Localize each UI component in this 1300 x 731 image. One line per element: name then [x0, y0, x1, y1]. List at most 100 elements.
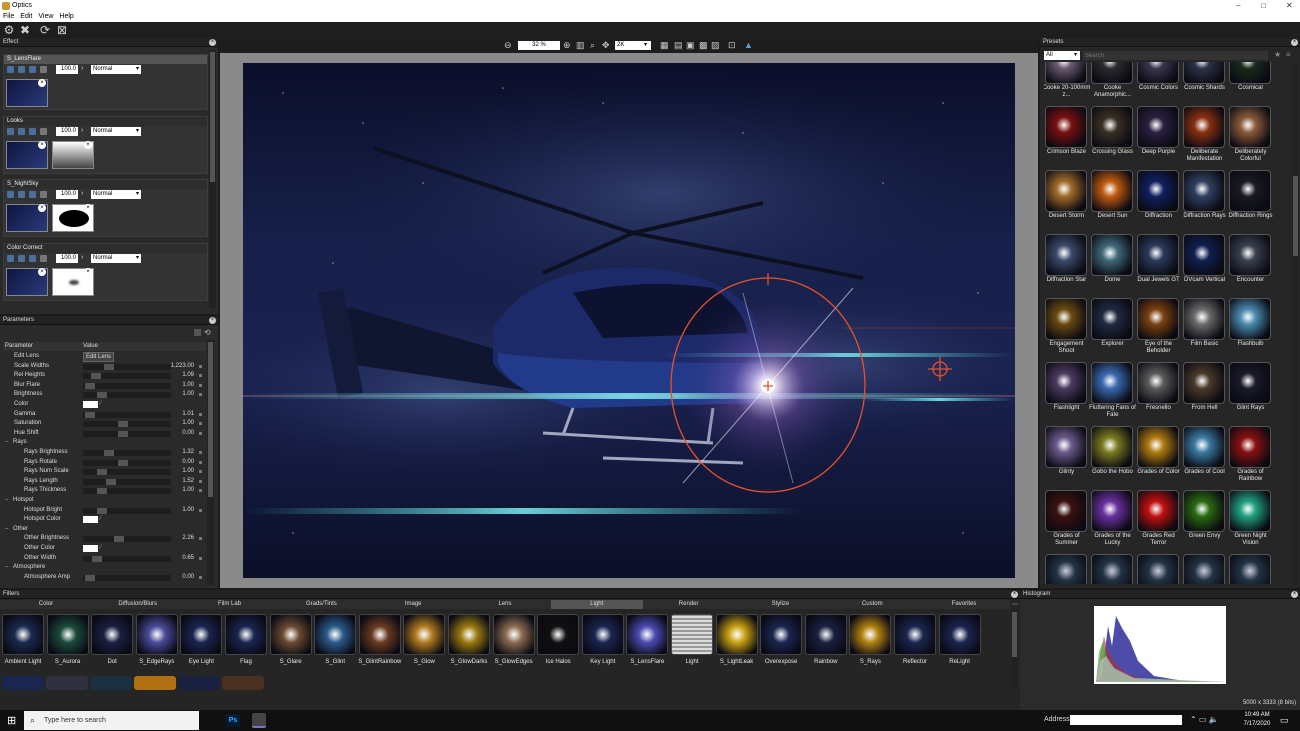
- preset-thumbnail[interactable]: [1183, 298, 1225, 340]
- parameter-slider[interactable]: [83, 411, 171, 418]
- preset-search-input[interactable]: [1083, 51, 1268, 60]
- parameter-row[interactable]: Other Color ⁄: [3, 544, 206, 554]
- preset-item[interactable]: Explorer: [1090, 298, 1135, 361]
- preset-thumbnail[interactable]: [1091, 490, 1133, 532]
- preset-item[interactable]: [1090, 554, 1135, 584]
- preset-item[interactable]: Fluttering Fans of Fate: [1089, 362, 1136, 425]
- slider-knob[interactable]: [106, 478, 117, 485]
- before-after-icon[interactable]: ▣: [686, 40, 695, 51]
- preset-item[interactable]: Glint Rays: [1228, 362, 1273, 425]
- parameter-row[interactable]: Rays Brightness 1.32: [3, 448, 206, 458]
- parameter-value[interactable]: 0.00: [182, 459, 194, 465]
- bypass-toggle-icon[interactable]: [29, 128, 36, 135]
- keyframe-icon[interactable]: [199, 489, 202, 493]
- filter-thumbnail[interactable]: [894, 614, 936, 655]
- preset-thumbnail[interactable]: [1137, 426, 1179, 468]
- remove-icon[interactable]: ×: [38, 141, 46, 149]
- close-icon[interactable]: ×: [209, 317, 216, 324]
- slider-knob[interactable]: [97, 469, 108, 476]
- preset-thumbnail[interactable]: [1183, 490, 1225, 532]
- effect-layer[interactable]: Color Correct100.0› Normal × ×: [3, 243, 208, 301]
- lock-icon[interactable]: [40, 255, 47, 262]
- parameter-row[interactable]: Saturation 1.00: [3, 419, 206, 429]
- filter-item[interactable]: Light: [670, 614, 714, 670]
- parameter-value[interactable]: 1.52: [182, 478, 194, 484]
- preset-item[interactable]: Diffraction Star: [1044, 234, 1089, 297]
- filter-category-tab[interactable]: Image: [367, 601, 459, 607]
- preset-thumbnail[interactable]: [1091, 170, 1133, 212]
- preset-thumbnail[interactable]: [1045, 106, 1087, 148]
- slider-knob[interactable]: [84, 574, 95, 581]
- fit-view-icon[interactable]: ⊡: [728, 40, 736, 51]
- preview-toggle-icon[interactable]: [18, 66, 25, 73]
- color-swatch[interactable]: [83, 545, 98, 552]
- preset-item[interactable]: Flashbulb: [1228, 298, 1273, 361]
- preset-item[interactable]: Deliberate Manifestation: [1182, 106, 1227, 169]
- filter-item[interactable]: Reflector: [893, 614, 937, 670]
- preset-thumbnail[interactable]: [1229, 490, 1271, 532]
- filter-thumbnail[interactable]: [671, 614, 713, 655]
- preset-item[interactable]: Deliberately Colorful: [1228, 106, 1273, 169]
- reset-icon[interactable]: ⟲: [204, 328, 211, 337]
- lock-icon[interactable]: [40, 128, 47, 135]
- parameter-row[interactable]: – Hotspot: [3, 496, 206, 506]
- parameter-row[interactable]: Atmosphere Amp 0.00: [3, 573, 206, 583]
- bypass-toggle-icon[interactable]: [29, 255, 36, 262]
- parameter-row[interactable]: – Rays: [3, 438, 206, 448]
- remove-icon[interactable]: ×: [38, 204, 46, 212]
- magnify-icon[interactable]: ⌕: [590, 40, 595, 51]
- close-icon[interactable]: ×: [1011, 591, 1018, 598]
- parameter-value[interactable]: 1.01: [182, 411, 194, 417]
- filter-item[interactable]: S_GlowEdges: [492, 614, 536, 670]
- slider-knob[interactable]: [114, 536, 125, 543]
- filter-category-tab[interactable]: Favorites: [918, 601, 1010, 607]
- parameter-slider[interactable]: [83, 478, 171, 485]
- parameter-row[interactable]: Rel Heights 1.09: [3, 371, 206, 381]
- preset-item[interactable]: Fresnello: [1136, 362, 1181, 425]
- parameter-value[interactable]: 1.00: [182, 487, 194, 493]
- keyframe-icon[interactable]: [199, 479, 202, 483]
- parameter-row[interactable]: Other Width 0.65: [3, 554, 206, 564]
- photoshop-icon[interactable]: Ps: [226, 714, 240, 727]
- preset-item[interactable]: Cosmic Shards: [1182, 62, 1227, 105]
- filter-category-tab[interactable]: Grads/Tints: [275, 601, 367, 607]
- parameter-slider[interactable]: [83, 421, 171, 428]
- keyframe-icon[interactable]: [199, 412, 202, 416]
- filter-thumbnail[interactable]: [358, 614, 401, 655]
- preset-thumbnail[interactable]: [1045, 298, 1087, 340]
- preset-thumbnail[interactable]: [1137, 62, 1179, 84]
- filter-thumbnail[interactable]: [135, 614, 178, 655]
- gear-icon[interactable]: ⚙: [2, 23, 16, 37]
- parameter-slider[interactable]: [83, 373, 171, 380]
- filter-category-tab[interactable]: Light: [550, 600, 643, 609]
- parameter-row[interactable]: Color ⁄: [3, 400, 206, 410]
- parameter-value[interactable]: 0.00: [182, 574, 194, 580]
- remove-icon[interactable]: ×: [84, 268, 92, 276]
- preset-thumbnail[interactable]: [1183, 170, 1225, 212]
- parameters-scrollbar[interactable]: [207, 340, 214, 585]
- slider-knob[interactable]: [118, 430, 129, 437]
- eyedropper-icon[interactable]: ⁄: [100, 545, 101, 551]
- opacity-field[interactable]: 100.0: [56, 127, 78, 136]
- preset-thumbnail[interactable]: [1229, 234, 1271, 276]
- filter-item[interactable]: Eye Light: [179, 614, 223, 670]
- keyframe-icon[interactable]: [199, 451, 202, 454]
- preset-item[interactable]: [1044, 554, 1089, 584]
- keyframe-icon[interactable]: [199, 460, 202, 464]
- parameter-value[interactable]: 1.00: [182, 420, 194, 426]
- parameter-row[interactable]: Hotspot Color ⁄: [3, 515, 206, 525]
- mask-view-icon[interactable]: ▩: [699, 40, 708, 51]
- parameter-value[interactable]: 1.00: [182, 507, 194, 513]
- preset-thumbnail[interactable]: [1137, 362, 1179, 404]
- filter-thumbnail[interactable]: [46, 614, 89, 655]
- save-icon[interactable]: [194, 329, 201, 336]
- menu-icon[interactable]: ≡: [1286, 50, 1291, 59]
- keyframe-icon[interactable]: [199, 431, 202, 435]
- preset-thumbnail[interactable]: [1091, 62, 1133, 84]
- filter-item[interactable]: S_Glow: [402, 614, 446, 670]
- preset-item[interactable]: Grades of Rainbow: [1228, 426, 1273, 489]
- preset-thumbnail[interactable]: [1183, 62, 1225, 84]
- filter-thumbnail[interactable]: [2, 614, 44, 655]
- collapse-icon[interactable]: –: [5, 439, 8, 445]
- blend-mode-select[interactable]: Normal: [91, 254, 141, 263]
